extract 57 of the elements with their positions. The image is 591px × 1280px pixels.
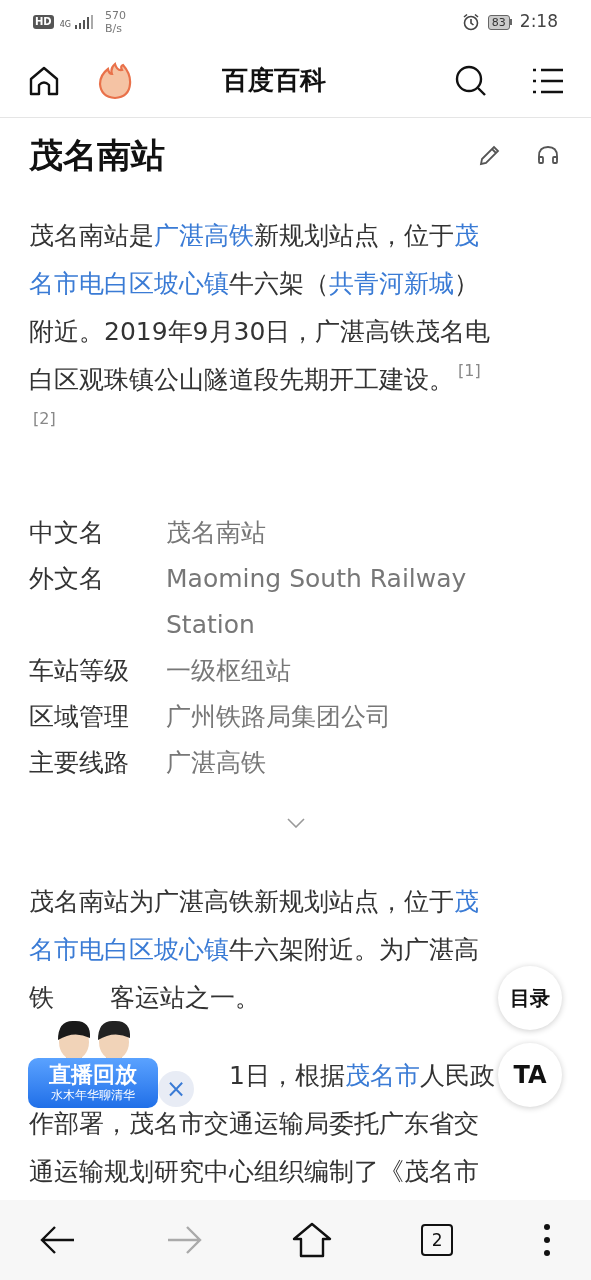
info-value: 广湛高铁 xyxy=(166,747,267,779)
back-button[interactable] xyxy=(40,1225,76,1255)
network-type: 4G xyxy=(59,20,71,29)
alarm-icon xyxy=(461,13,480,31)
article-link[interactable]: 名市电白区坡心镇 xyxy=(29,926,229,974)
body-text: 人民政 xyxy=(419,1060,495,1092)
info-label: 车站等级 xyxy=(29,655,130,687)
body-text: 新规划站点，位于 xyxy=(254,220,454,252)
hd-icon: HD xyxy=(33,15,54,29)
speed-unit: B/s xyxy=(104,22,123,35)
flame-icon[interactable] xyxy=(97,60,133,101)
tabs-button[interactable]: 2 xyxy=(421,1224,454,1256)
info-value: 广州铁路局集团公司 xyxy=(166,701,392,733)
ta-button[interactable]: TA xyxy=(498,1043,562,1107)
live-subtitle: 水木年华聊清华 xyxy=(51,1087,135,1103)
body-text: 铁 xyxy=(29,982,54,1014)
home-button[interactable] xyxy=(291,1222,332,1258)
info-value: 一级枢纽站 xyxy=(166,655,292,687)
article-link[interactable]: 茂 xyxy=(454,878,479,926)
info-value: Maoming South Railway Station xyxy=(166,563,468,641)
signal-icon xyxy=(72,15,95,29)
info-label: 主要线路 xyxy=(29,747,130,779)
article-link[interactable]: 茂 xyxy=(454,212,479,260)
reference-link[interactable]: [2] xyxy=(33,410,56,428)
close-button[interactable]: × xyxy=(158,1071,194,1107)
app-title: 百度百科 xyxy=(220,64,327,97)
reference-link[interactable]: [1] xyxy=(458,362,481,380)
body-text: 白区观珠镇公山隧道段先期开工建设。 xyxy=(29,364,454,396)
body-text: 茂名南站为广湛高铁新规划站点，位于 xyxy=(29,886,454,918)
info-label: 区域管理 xyxy=(29,701,130,733)
body-text: 牛六架（ xyxy=(229,268,329,300)
info-label: 外文名 xyxy=(29,563,105,595)
article-link[interactable]: 共青河新城 xyxy=(329,260,454,308)
article-title: 茂名南站 xyxy=(29,133,165,177)
speed-value: 570 xyxy=(104,9,126,22)
expand-chevron-icon[interactable] xyxy=(286,818,305,828)
body-text: 作部署，茂名市交通运输局委托广东省交 xyxy=(29,1108,479,1140)
body-text: 通运输规划研究中心组织编制了《茂名市 xyxy=(29,1156,479,1188)
headphones-icon[interactable] xyxy=(536,143,560,167)
article-link[interactable]: 茂名市 xyxy=(344,1052,420,1100)
toc-button[interactable]: 目录 xyxy=(498,966,562,1030)
body-text: 茂名南站是 xyxy=(29,220,154,252)
body-text: 1日，根据 xyxy=(229,1060,345,1092)
article-link[interactable]: 广湛高铁 xyxy=(154,212,254,260)
info-value: 茂名南站 xyxy=(166,517,267,549)
article-link[interactable]: 名市电白区坡心镇 xyxy=(29,260,229,308)
live-title: 直播回放 xyxy=(49,1063,137,1087)
search-button[interactable] xyxy=(454,63,488,98)
body-text: 牛六架附近。为广湛高 xyxy=(229,934,479,966)
body-text: ） xyxy=(454,268,479,300)
info-label: 中文名 xyxy=(29,517,105,549)
battery-icon: 83 xyxy=(487,14,512,30)
body-text: 附近。2019年9月30日，广湛高铁茂名电 xyxy=(29,316,491,348)
edit-icon[interactable] xyxy=(478,143,502,167)
more-button[interactable] xyxy=(543,1223,551,1257)
body-text: 客运站之一。 xyxy=(110,982,260,1014)
clock: 2:18 xyxy=(519,10,558,34)
